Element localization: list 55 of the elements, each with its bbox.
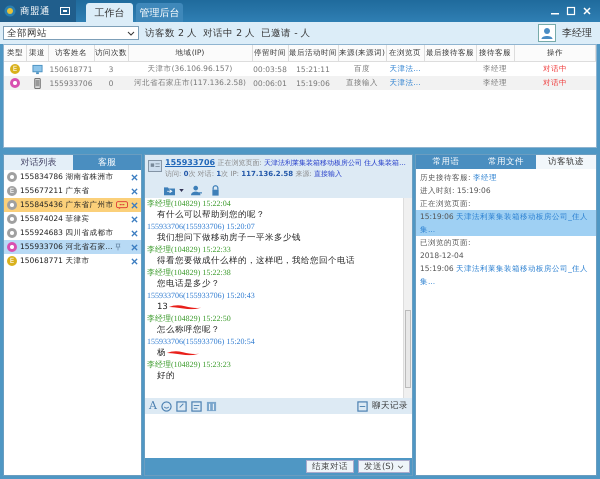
message-header: 155933706(155933706) 15:20:43 <box>147 291 256 301</box>
maximize-icon[interactable] <box>566 6 576 16</box>
message-header: 李经理(104829) 15:22:50 <box>147 314 232 324</box>
close-icon[interactable] <box>131 258 138 264</box>
pin-icon[interactable] <box>115 243 122 251</box>
message-header: 李经理(104829) 15:23:23 <box>147 360 232 370</box>
close-icon[interactable] <box>131 230 138 236</box>
invited-count: 已邀请 - 人 <box>261 26 311 40</box>
visitor-count: 访客数 2 人 <box>145 26 198 40</box>
scrollbar[interactable] <box>403 198 412 398</box>
close-icon[interactable] <box>131 188 138 194</box>
user-name: 李经理 <box>562 26 592 40</box>
panel-tab[interactable]: 客服 <box>72 155 141 170</box>
image-icon[interactable] <box>190 400 202 412</box>
message-header: 155933706(155933706) 15:20:07 <box>147 222 256 232</box>
message-header: 李经理(104829) 15:22:38 <box>147 268 232 278</box>
caret-icon <box>397 464 404 468</box>
user-avatar-icon[interactable] <box>538 24 556 42</box>
message-text: 您电话是多少？ <box>157 278 220 290</box>
message-header: 李经理(104829) 15:22:04 <box>147 199 232 209</box>
logo-icon <box>4 5 16 17</box>
history-icon <box>357 400 368 412</box>
end-chat-button[interactable]: 结束对话 <box>306 460 354 473</box>
chatting-count: 对话中 2 人 <box>203 26 256 40</box>
caret-icon <box>127 30 135 36</box>
visitor-id-link[interactable]: 155933706 <box>165 158 216 167</box>
site-select[interactable]: 全部网站 <box>3 26 139 40</box>
close-icon[interactable] <box>131 244 138 250</box>
app-name: 商盟通 <box>20 4 50 18</box>
folder-icon[interactable] <box>163 184 176 196</box>
chat-history-button[interactable]: 聊天记录 <box>357 400 408 412</box>
panel-tab[interactable]: 访客轨迹 <box>536 155 596 169</box>
message-text: 13 <box>157 301 168 313</box>
caret-icon[interactable] <box>179 188 184 192</box>
screenshot-icon[interactable] <box>176 400 187 412</box>
file-icon[interactable] <box>206 400 217 412</box>
main-tab[interactable]: 工作台 <box>86 3 133 22</box>
main-tab[interactable]: 管理后台 <box>136 3 183 22</box>
send-button[interactable]: 发送(S) <box>358 460 410 473</box>
message-text: 我们想问下做移动房子一平米多少钱 <box>157 232 301 244</box>
message-text: 好的 <box>157 370 175 382</box>
close-icon[interactable] <box>131 216 138 222</box>
message-text: 得看您要做成什么样的，这样吧，我给您回个电话 <box>157 255 355 267</box>
message-text: 怎么称呼您呢？ <box>157 324 220 336</box>
message-text: 有什么可以帮助到您的呢？ <box>157 209 265 221</box>
window-icon[interactable] <box>60 7 70 15</box>
visitor-card-icon <box>148 160 162 172</box>
panel-tab[interactable]: 对话列表 <box>4 155 72 170</box>
message-header: 155933706(155933706) 15:20:54 <box>147 337 256 347</box>
user-transfer-icon[interactable] <box>190 184 203 196</box>
close-icon[interactable] <box>131 202 138 208</box>
emoji-icon[interactable] <box>160 400 172 412</box>
message-text: 杨 <box>157 347 166 359</box>
message-header: 李经理(104829) 15:22:33 <box>147 245 232 255</box>
close-icon[interactable] <box>131 174 138 180</box>
